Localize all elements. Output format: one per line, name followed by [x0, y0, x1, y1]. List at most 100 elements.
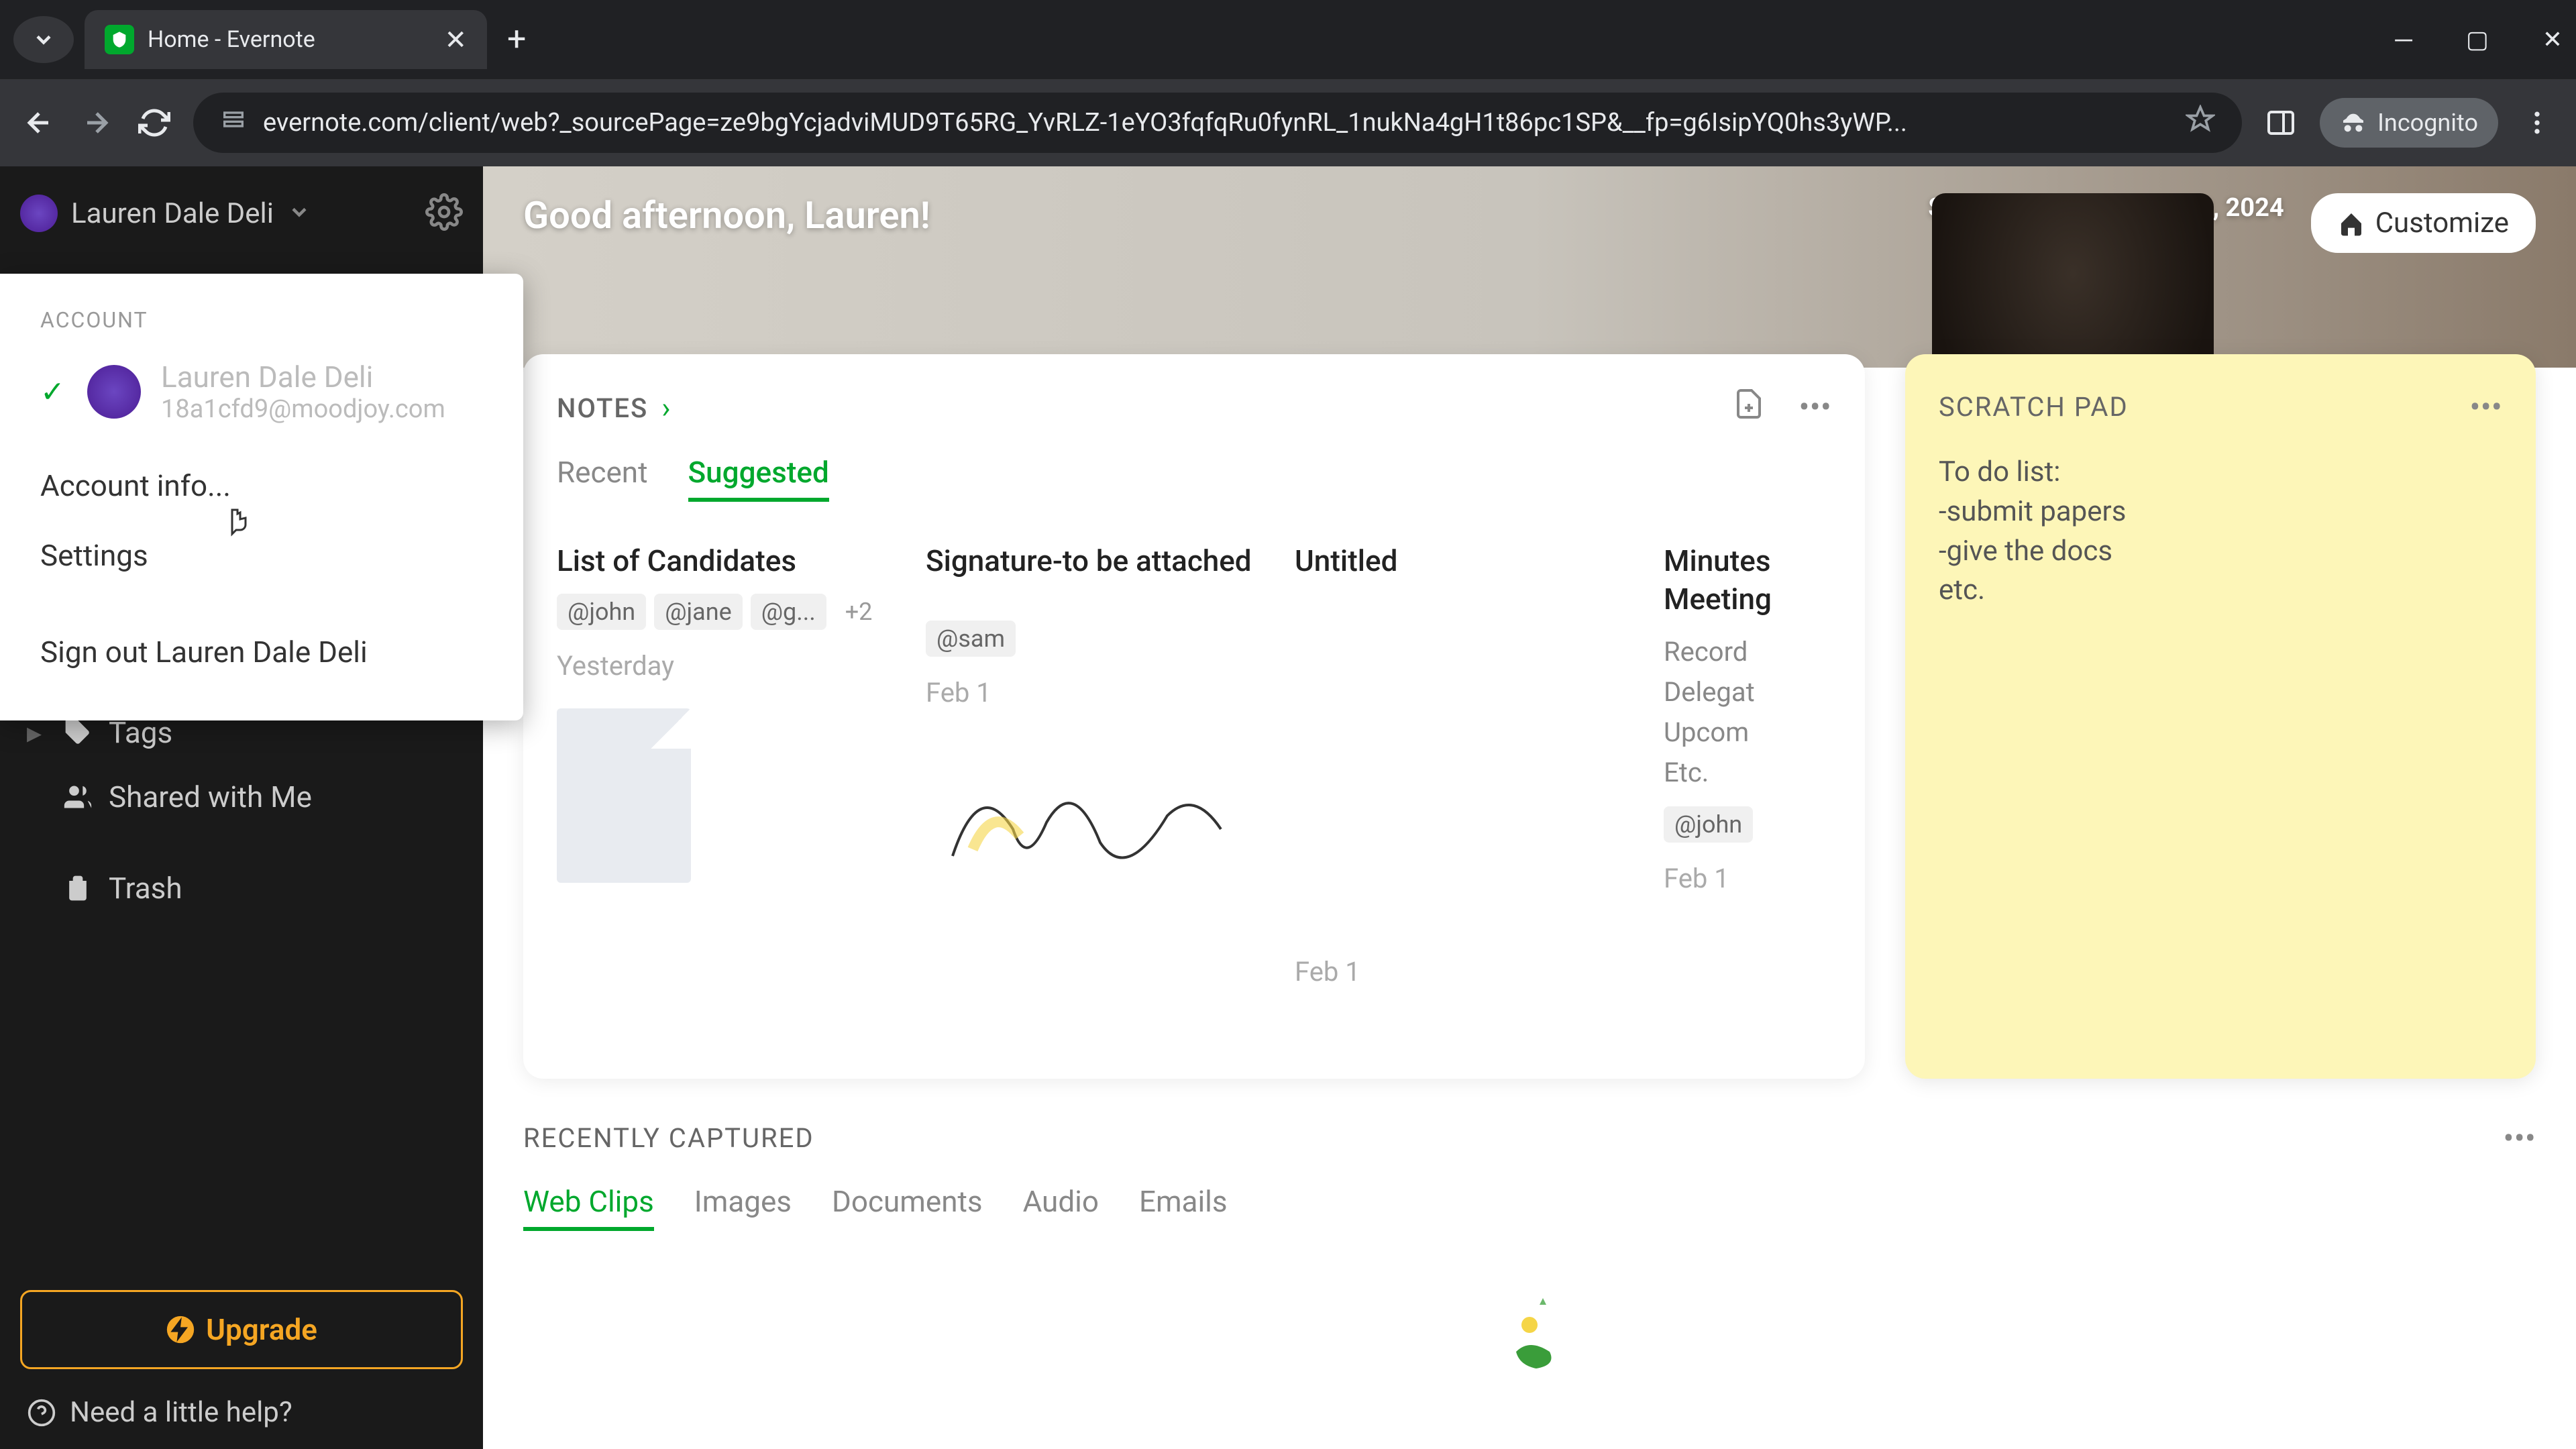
address-bar[interactable]: evernote.com/client/web?_sourcePage=ze9b…: [193, 93, 2242, 153]
back-button[interactable]: [20, 104, 58, 142]
nav-label: Shared with Me: [109, 780, 312, 814]
avatar: [20, 195, 58, 232]
upgrade-label: Upgrade: [206, 1312, 317, 1347]
tab-suggested[interactable]: Suggested: [688, 455, 829, 502]
window-controls: ─ ▢ ✕: [2395, 25, 2563, 54]
tab-audio[interactable]: Audio: [1023, 1184, 1099, 1231]
new-note-icon[interactable]: [1733, 388, 1765, 428]
browser-tab-strip: Home - Evernote ✕ + ─ ▢ ✕: [0, 0, 2576, 79]
note-date: Feb 1: [926, 677, 1275, 708]
note-date: Feb 1: [1295, 956, 1644, 987]
account-dropdown: ACCOUNT ✓ Lauren Dale Deli 18a1cfd9@mood…: [0, 274, 523, 720]
tab-search-button[interactable]: [13, 16, 74, 63]
sign-out-item[interactable]: Sign out Lauren Dale Deli: [0, 617, 523, 687]
notes-header: NOTES › •••: [557, 388, 1831, 428]
scratch-title: SCRATCH PAD: [1939, 391, 2129, 423]
note-title: List of Candidates: [557, 542, 906, 580]
tag-icon: [63, 718, 93, 747]
nav-label: Trash: [109, 871, 182, 906]
evernote-favicon-icon: [105, 25, 134, 54]
sidebar-header: Lauren Dale Deli: [0, 166, 483, 260]
note-date: Feb 1: [1664, 863, 1778, 894]
side-panel-icon[interactable]: [2262, 104, 2300, 142]
app-container: Lauren Dale Deli ACCOUNT ✓ Lauren Dale D…: [0, 166, 2576, 1449]
notes-panel: NOTES › ••• Recent Suggested: [523, 354, 1865, 1079]
sidebar-footer: Upgrade Need a little help?: [0, 1290, 483, 1449]
note-card[interactable]: Untitled Feb 1: [1295, 542, 1664, 987]
browser-menu-icon[interactable]: [2518, 104, 2556, 142]
settings-item[interactable]: Settings: [0, 521, 523, 590]
mention: @john: [1664, 806, 1753, 843]
notes-title: NOTES: [557, 392, 648, 424]
gear-icon[interactable]: [425, 193, 463, 233]
account-info-item[interactable]: Account info...: [0, 451, 523, 521]
close-tab-icon[interactable]: ✕: [444, 24, 467, 56]
more-icon[interactable]: •••: [2503, 1119, 2536, 1157]
header-banner: Good afternoon, Lauren! SATURDAY, FEBRUA…: [483, 166, 2576, 368]
maximize-icon[interactable]: ▢: [2466, 25, 2489, 54]
bookmark-icon[interactable]: [2186, 105, 2215, 141]
forward-button[interactable]: [78, 104, 115, 142]
mention: @g...: [751, 594, 826, 630]
site-settings-icon[interactable]: [220, 106, 247, 140]
help-icon: [27, 1398, 56, 1428]
mention: @john: [557, 594, 646, 630]
more-icon[interactable]: •••: [1799, 388, 1831, 428]
sidebar-item-trash[interactable]: ▸ Trash: [20, 856, 463, 920]
tab-web-clips[interactable]: Web Clips: [523, 1184, 654, 1231]
note-title: Minutes Meeting: [1664, 542, 1778, 619]
user-name: Lauren Dale Deli: [71, 197, 274, 230]
notes-tabs: Recent Suggested: [557, 455, 1831, 502]
note-title: Signature-to be attached: [926, 542, 1275, 580]
help-link[interactable]: Need a little help?: [20, 1369, 463, 1429]
scratch-body[interactable]: To do list: -submit papers -give the doc…: [1939, 453, 2502, 610]
browser-tab[interactable]: Home - Evernote ✕: [85, 10, 487, 69]
tab-recent[interactable]: Recent: [557, 455, 648, 502]
note-preview: Record Delegat Upcom Etc.: [1664, 632, 1778, 793]
help-label: Need a little help?: [70, 1396, 292, 1429]
account-row[interactable]: ✓ Lauren Dale Deli 18a1cfd9@moodjoy.com: [0, 353, 523, 451]
tab-images[interactable]: Images: [694, 1184, 792, 1231]
trash-icon: [63, 873, 93, 903]
people-icon: [63, 782, 93, 812]
note-card[interactable]: Signature-to be attached @sam Feb 1: [926, 542, 1295, 987]
upgrade-button[interactable]: Upgrade: [20, 1290, 463, 1369]
tab-title: Home - Evernote: [148, 26, 431, 53]
sidebar-item-shared[interactable]: ▸ Shared with Me: [20, 765, 463, 829]
close-window-icon[interactable]: ✕: [2542, 25, 2563, 54]
incognito-label: Incognito: [2377, 109, 2478, 137]
mention: @jane: [654, 594, 743, 630]
tab-documents[interactable]: Documents: [832, 1184, 983, 1231]
dropdown-section-label: ACCOUNT: [0, 307, 523, 353]
mention: @sam: [926, 621, 1016, 657]
recently-captured-section: RECENTLY CAPTURED ••• Web Clips Images D…: [483, 1079, 2576, 1379]
chevron-down-icon[interactable]: [287, 200, 311, 227]
signature-image: [926, 735, 1234, 910]
account-name: Lauren Dale Deli: [161, 360, 445, 394]
reload-button[interactable]: [136, 104, 173, 142]
chevron-right-icon[interactable]: ›: [661, 390, 670, 425]
new-tab-button[interactable]: +: [507, 20, 526, 59]
empty-illustration: [523, 1231, 2536, 1379]
recent-tabs: Web Clips Images Documents Audio Emails: [523, 1184, 2536, 1231]
bolt-icon: [166, 1315, 195, 1344]
note-card[interactable]: Minutes Meeting Record Delegat Upcom Etc…: [1664, 542, 1798, 987]
customize-label: Customize: [2375, 207, 2509, 239]
check-icon: ✓: [40, 374, 67, 409]
browser-toolbar: evernote.com/client/web?_sourcePage=ze9b…: [0, 79, 2576, 166]
sidebar: Lauren Dale Deli ACCOUNT ✓ Lauren Dale D…: [0, 166, 483, 1449]
note-card[interactable]: List of Candidates @john @jane @g... +2 …: [557, 542, 926, 987]
more-icon[interactable]: •••: [2469, 388, 2502, 426]
account-email: 18a1cfd9@moodjoy.com: [161, 394, 445, 424]
avatar: [87, 365, 141, 419]
tab-emails[interactable]: Emails: [1139, 1184, 1228, 1231]
notes-grid: List of Candidates @john @jane @g... +2 …: [557, 542, 1831, 987]
recent-title: RECENTLY CAPTURED: [523, 1122, 814, 1154]
note-title: Untitled: [1295, 542, 1644, 580]
incognito-badge[interactable]: Incognito: [2320, 98, 2498, 148]
minimize-icon[interactable]: ─: [2395, 25, 2412, 54]
main-content: Good afternoon, Lauren! SATURDAY, FEBRUA…: [483, 166, 2576, 1449]
scratch-pad: SCRATCH PAD ••• To do list: -submit pape…: [1905, 354, 2536, 1079]
customize-button[interactable]: Customize: [2311, 193, 2536, 253]
greeting-text: Good afternoon, Lauren!: [523, 193, 930, 237]
